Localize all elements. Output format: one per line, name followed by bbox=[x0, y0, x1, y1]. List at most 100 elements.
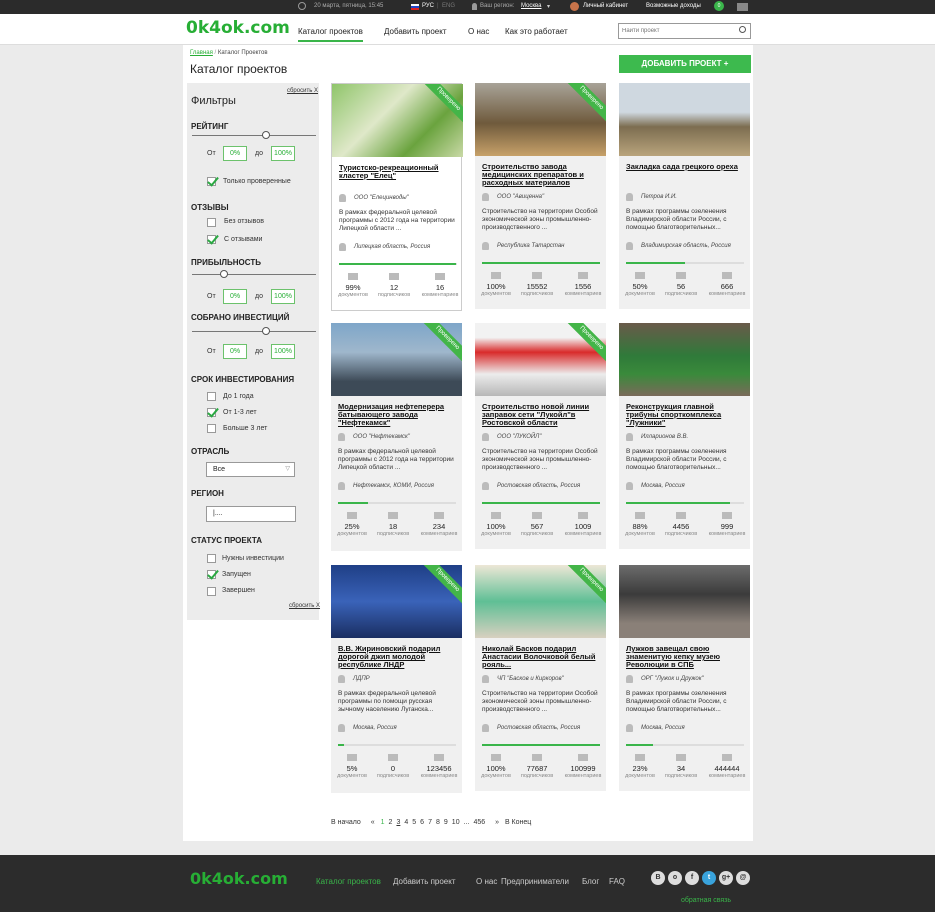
footer-nav-add[interactable]: Добавить проект bbox=[393, 877, 456, 886]
project-card[interactable]: Проверено В.В. Жириновский подарил дорого… bbox=[331, 565, 462, 793]
feedback-link[interactable]: обратная связь bbox=[681, 897, 731, 904]
project-image[interactable]: Проверено bbox=[475, 83, 606, 156]
project-image[interactable]: Проверено bbox=[331, 565, 462, 638]
profit-slider[interactable] bbox=[192, 274, 316, 275]
lang-ru[interactable]: РУС bbox=[422, 3, 434, 9]
project-title[interactable]: Николай Басков подарил Анастасии Волочко… bbox=[482, 645, 602, 669]
pager-prev[interactable]: « bbox=[371, 819, 375, 826]
email-icon[interactable]: @ bbox=[736, 871, 750, 885]
no-reviews-checkbox[interactable] bbox=[207, 218, 216, 227]
comments-icon bbox=[434, 754, 444, 761]
pager-page[interactable]: 10 bbox=[452, 819, 460, 826]
pager-page[interactable]: 6 bbox=[420, 819, 424, 826]
project-card[interactable]: Лужков завещал свою знаменитую кепку муз… bbox=[619, 565, 750, 791]
project-title[interactable]: Лужков завещал свою знаменитую кепку муз… bbox=[626, 645, 746, 669]
pager-page[interactable]: 8 bbox=[436, 819, 440, 826]
pager-page[interactable]: 5 bbox=[412, 819, 416, 826]
footer-nav-about[interactable]: О нас bbox=[476, 877, 497, 886]
project-image[interactable] bbox=[619, 83, 750, 156]
pager-last[interactable]: В Конец bbox=[505, 819, 531, 826]
logo[interactable]: 0k4ok.com bbox=[186, 18, 290, 38]
pager-page[interactable]: 7 bbox=[428, 819, 432, 826]
pager-next[interactable]: » bbox=[495, 819, 499, 826]
pager-page[interactable]: 4 bbox=[404, 819, 408, 826]
pager-page[interactable]: 456 bbox=[473, 819, 485, 826]
search-icon[interactable] bbox=[739, 26, 746, 33]
nav-about[interactable]: О нас bbox=[468, 27, 489, 36]
pager-page[interactable]: 2 bbox=[389, 819, 393, 826]
footer-nav-entrepreneurs[interactable]: Предприниматели bbox=[501, 877, 569, 886]
term-3y-checkbox[interactable] bbox=[207, 424, 216, 433]
nav-how-it-works[interactable]: Как это работает bbox=[505, 27, 568, 36]
profit-max-field[interactable]: 100% bbox=[271, 289, 295, 304]
verified-checkbox[interactable] bbox=[207, 177, 216, 186]
rating-slider[interactable] bbox=[192, 135, 316, 136]
pager-first[interactable]: В начало bbox=[331, 819, 361, 826]
rating-slider-handle[interactable] bbox=[262, 131, 270, 139]
twitter-icon[interactable]: t bbox=[702, 871, 716, 885]
raised-slider-handle[interactable] bbox=[262, 327, 270, 335]
project-image[interactable]: Проверено bbox=[475, 323, 606, 396]
add-project-button[interactable]: ДОБАВИТЬ ПРОЕКТ + bbox=[619, 55, 751, 73]
search-input[interactable] bbox=[618, 23, 751, 39]
project-location: Липецкая область, Россия bbox=[354, 244, 431, 250]
odnoklassniki-icon[interactable]: o bbox=[668, 871, 682, 885]
lang-en[interactable]: ENG bbox=[442, 3, 455, 9]
project-card[interactable]: Реконструкция главной трибуны спорткомпл… bbox=[619, 323, 750, 549]
industry-select[interactable]: Все ▽ bbox=[206, 462, 295, 477]
term-1y-checkbox[interactable] bbox=[207, 392, 216, 401]
project-image[interactable] bbox=[619, 565, 750, 638]
vk-icon[interactable]: B bbox=[651, 871, 665, 885]
user-icon bbox=[339, 194, 346, 202]
google-plus-icon[interactable]: g+ bbox=[719, 871, 733, 885]
project-image[interactable]: Проверено bbox=[331, 323, 462, 396]
footer-nav-blog[interactable]: Блог bbox=[582, 877, 599, 886]
status-launched-checkbox[interactable] bbox=[207, 570, 216, 579]
cabinet-link[interactable]: Личный кабинет bbox=[583, 3, 628, 9]
mail-icon[interactable] bbox=[737, 3, 748, 11]
project-card[interactable]: Проверено Строительство завода медицински… bbox=[475, 83, 606, 309]
status-need-investment-checkbox[interactable] bbox=[207, 554, 216, 563]
project-card[interactable]: Проверено Строительство новой линии запра… bbox=[475, 323, 606, 549]
reset-filters-bottom-link[interactable]: сбросить Х bbox=[289, 603, 320, 609]
rating-min-field[interactable]: 0% bbox=[223, 146, 247, 161]
raised-min-field[interactable]: 0% bbox=[223, 344, 247, 359]
footer-nav-catalog[interactable]: Каталог проектов bbox=[316, 877, 381, 886]
pager-page[interactable]: 3 bbox=[396, 819, 400, 826]
facebook-icon[interactable]: f bbox=[685, 871, 699, 885]
nav-add-project[interactable]: Добавить проект bbox=[384, 27, 447, 36]
project-title[interactable]: В.В. Жириновский подарил дорогой джип мо… bbox=[338, 645, 458, 669]
project-title[interactable]: Реконструкция главной трибуны спорткомпл… bbox=[626, 403, 746, 427]
project-card[interactable]: Закладка сада грецкого ореха Петров И.И. В… bbox=[619, 83, 750, 309]
reset-filters-link[interactable]: сбросить Х bbox=[287, 88, 318, 94]
notification-icon[interactable]: 0 bbox=[714, 1, 724, 11]
raised-slider[interactable] bbox=[192, 331, 316, 332]
project-card[interactable]: Проверено Модернизация нефтеперера батыва… bbox=[331, 323, 462, 551]
status-finished-checkbox[interactable] bbox=[207, 587, 216, 596]
project-title[interactable]: Закладка сада грецкого ореха bbox=[626, 163, 746, 171]
raised-max-field[interactable]: 100% bbox=[271, 344, 295, 359]
project-image[interactable]: Проверено bbox=[332, 84, 463, 157]
nav-catalog[interactable]: Каталог проектов bbox=[298, 27, 363, 42]
footer-nav-faq[interactable]: FAQ bbox=[609, 877, 625, 886]
profit-min-field[interactable]: 0% bbox=[223, 289, 247, 304]
term-1-3y-checkbox[interactable] bbox=[207, 408, 216, 417]
project-title[interactable]: Туристско-рекреационный кластер "Елец" bbox=[339, 164, 459, 180]
profit-slider-handle[interactable] bbox=[220, 270, 228, 278]
income-link[interactable]: Возможные доходы bbox=[646, 3, 701, 9]
with-reviews-checkbox[interactable] bbox=[207, 235, 216, 244]
project-card[interactable]: Проверено Николай Басков подарил Анастаси… bbox=[475, 565, 606, 791]
project-image[interactable] bbox=[619, 323, 750, 396]
project-title[interactable]: Строительство завода медицинских препара… bbox=[482, 163, 602, 187]
rating-max-field[interactable]: 100% bbox=[271, 146, 295, 161]
project-image[interactable]: Проверено bbox=[475, 565, 606, 638]
pager-page[interactable]: 9 bbox=[444, 819, 448, 826]
region-select[interactable]: Москва bbox=[521, 3, 541, 9]
pager-page[interactable]: 1 bbox=[381, 819, 385, 826]
region-field[interactable]: |.... bbox=[206, 506, 296, 522]
breadcrumb-home[interactable]: Главная bbox=[190, 50, 213, 56]
project-title[interactable]: Строительство новой линии заправок сети … bbox=[482, 403, 602, 427]
project-title[interactable]: Модернизация нефтеперера батывающего зав… bbox=[338, 403, 458, 427]
footer-logo[interactable]: 0k4ok.com bbox=[190, 869, 288, 888]
project-card[interactable]: Проверено Туристско-рекреационный кластер… bbox=[331, 83, 463, 311]
